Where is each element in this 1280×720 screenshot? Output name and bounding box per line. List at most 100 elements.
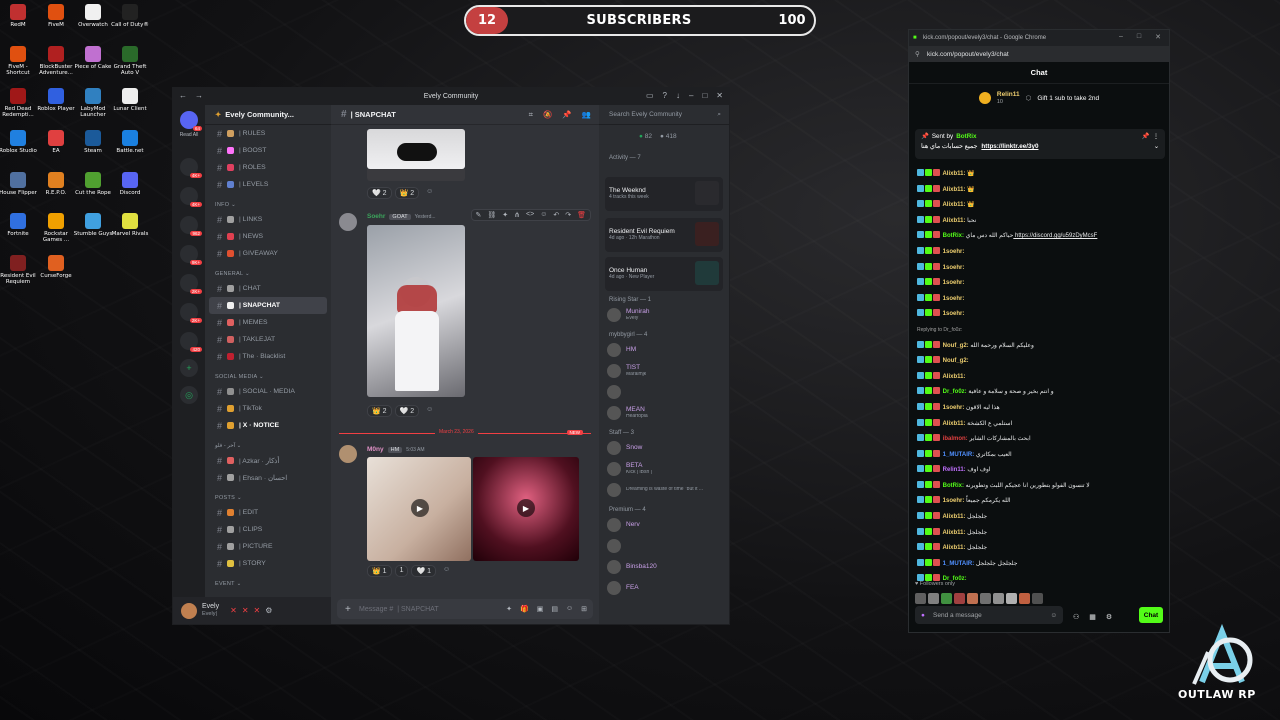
discover-icon[interactable]: ◎ xyxy=(180,386,198,404)
reply-icon[interactable]: ↶ xyxy=(553,211,559,219)
server-icon[interactable]: 2K+ xyxy=(180,303,202,323)
chat-username[interactable]: 1_MUTAIR: xyxy=(941,452,976,458)
server-header[interactable]: ✦ Evely Community... xyxy=(205,105,331,125)
pinned-link[interactable]: https://linktr.ee/3y0 xyxy=(981,143,1038,150)
emote-icon[interactable] xyxy=(980,593,991,604)
chat-username[interactable]: Alixb11: xyxy=(941,171,967,177)
chat-username[interactable]: Alixb11: xyxy=(941,530,967,536)
member-item[interactable] xyxy=(607,539,626,553)
desktop-icon[interactable]: Cut the Rope xyxy=(73,172,113,196)
chat-username[interactable]: Alixb11: xyxy=(941,218,967,224)
channel-item[interactable]: # | RULES xyxy=(205,125,331,142)
maximize-icon[interactable]: □ xyxy=(1137,33,1141,41)
emoji-icon[interactable]: ☺ xyxy=(1050,612,1057,619)
avatar[interactable] xyxy=(181,602,197,619)
direct-messages-button[interactable]: 64 xyxy=(180,111,202,131)
channel-category[interactable]: GENERAL ⌄ xyxy=(205,262,331,280)
member-item[interactable]: Nerv xyxy=(607,518,640,532)
boost-icon[interactable]: ✦ xyxy=(506,605,512,613)
edit-icon[interactable]: ✎ xyxy=(476,211,482,219)
add-reaction-icon[interactable]: ☺ xyxy=(422,405,437,417)
close-icon[interactable]: ✕ xyxy=(1155,33,1161,41)
channel-category[interactable]: آخر - فلو ⌄ xyxy=(205,434,331,452)
video-attachment[interactable]: ▶ xyxy=(367,457,471,561)
play-icon[interactable]: ▶ xyxy=(411,499,429,517)
chat-username[interactable]: BotRix: xyxy=(941,233,966,239)
thread-icon[interactable]: ⋔ xyxy=(514,211,520,219)
emote-icon[interactable] xyxy=(1006,593,1017,604)
minimize-icon[interactable]: – xyxy=(689,91,693,100)
desktop-icon[interactable]: Grand Theft Auto V xyxy=(110,46,150,77)
chat-username[interactable]: 1soehr: xyxy=(941,498,966,504)
emote-icon[interactable] xyxy=(915,593,926,604)
minimize-icon[interactable]: – xyxy=(1119,33,1123,41)
desktop-icon[interactable]: Battle.net xyxy=(110,130,150,154)
pin-icon[interactable]: 📌 xyxy=(562,110,571,120)
desktop-icon[interactable]: Piece of Cake xyxy=(73,46,113,70)
gif-icon[interactable]: ▣ xyxy=(537,605,544,613)
desktop-icon[interactable]: Marvel Rivals xyxy=(110,213,150,237)
member-item[interactable]: Munirah Evely xyxy=(607,308,649,322)
unpin-icon[interactable]: 📌 xyxy=(1142,132,1150,140)
reaction[interactable]: 👑 1 xyxy=(367,565,392,577)
channel-item[interactable]: # | SOCIAL · MEDIA xyxy=(205,383,331,400)
desktop-icon[interactable]: EA xyxy=(36,130,76,154)
channel-item[interactable]: # | LEVELS xyxy=(205,176,331,193)
channel-item[interactable]: # | GIVEAWAY xyxy=(205,245,331,262)
points-icon[interactable]: ⚇ xyxy=(1073,613,1079,621)
message-author[interactable]: M0ny xyxy=(367,446,384,453)
chat-username[interactable]: 1soehr: xyxy=(941,296,965,302)
server-icon[interactable]: 4K+ xyxy=(180,187,202,207)
chat-username[interactable]: Dr_fo0z: xyxy=(941,389,968,395)
maximize-icon[interactable]: □ xyxy=(702,91,707,100)
desktop-icon[interactable]: Fortnite xyxy=(0,213,38,237)
apps-icon[interactable]: ⊞ xyxy=(581,605,587,613)
emote-icon[interactable] xyxy=(1032,593,1043,604)
member-item[interactable]: Dreaming is waste of time "but it ... xyxy=(607,483,703,497)
chat-send-button[interactable]: Chat xyxy=(1139,607,1163,623)
video-controls[interactable] xyxy=(367,169,465,181)
member-item[interactable]: Snow xyxy=(607,441,642,455)
desktop-icon[interactable]: R.E.P.O. xyxy=(36,172,76,196)
member-item[interactable]: TIST Maraimjk xyxy=(607,364,646,378)
inbox-icon[interactable]: ▭ xyxy=(646,91,654,100)
play-icon[interactable]: ▶ xyxy=(517,499,535,517)
chevron-down-icon[interactable]: ⌄ xyxy=(1154,143,1159,150)
channel-item[interactable]: # | The · Blacklist xyxy=(205,348,331,365)
desktop-icon[interactable]: CurseForge xyxy=(36,255,76,279)
desktop-icon[interactable]: Overwatch xyxy=(73,4,113,28)
channel-item[interactable]: # | EDIT xyxy=(205,504,331,521)
add-reaction-icon[interactable]: ☺ xyxy=(439,565,454,577)
address-bar[interactable]: ⚲ kick.com/popout/evely3/chat xyxy=(909,46,1169,62)
reaction[interactable]: 🤍 1 xyxy=(411,565,437,577)
chat-username[interactable]: 1soehr: xyxy=(941,405,966,411)
server-icon[interactable]: 420 xyxy=(180,332,202,352)
channel-category[interactable]: EVENT ⌄ xyxy=(205,572,331,590)
desktop-icon[interactable]: RedM xyxy=(0,4,38,28)
link-icon[interactable]: ⛓ xyxy=(487,211,496,219)
emote-icon[interactable] xyxy=(941,593,952,604)
emote-icon[interactable] xyxy=(1019,593,1030,604)
channel-item[interactable]: # | CHAT xyxy=(205,280,331,297)
reaction[interactable]: 👑 2 xyxy=(367,405,392,417)
code-icon[interactable]: <> xyxy=(526,211,534,219)
desktop-icon[interactable]: Discord xyxy=(110,172,150,196)
desktop-icon[interactable]: FiveM xyxy=(36,4,76,28)
channel-item[interactable]: # | Ehsan · احسان xyxy=(205,469,331,486)
channel-item[interactable]: # | NEWS xyxy=(205,228,331,245)
server-icon[interactable]: 962 xyxy=(180,216,202,236)
chat-username[interactable]: 1soehr: xyxy=(941,249,965,255)
desktop-icon[interactable]: Lunar Client xyxy=(110,88,150,112)
desktop-icon[interactable]: Resident Evil Requiem xyxy=(0,255,38,286)
server-icon[interactable]: 2K+ xyxy=(180,274,202,294)
member-item[interactable]: HM xyxy=(607,343,636,357)
channel-item[interactable]: # | PICTURE xyxy=(205,538,331,555)
chat-username[interactable]: Alixb11: xyxy=(941,545,967,551)
desktop-icon[interactable]: Steam xyxy=(73,130,113,154)
emote-icon[interactable] xyxy=(967,593,978,604)
forward-icon[interactable]: ↷ xyxy=(565,211,571,219)
avatar[interactable] xyxy=(339,445,357,463)
settings-gear-icon[interactable]: ⚙ xyxy=(265,606,272,615)
emote-icon[interactable] xyxy=(954,593,965,604)
desktop-icon[interactable]: FiveM - Shortcut xyxy=(0,46,38,77)
